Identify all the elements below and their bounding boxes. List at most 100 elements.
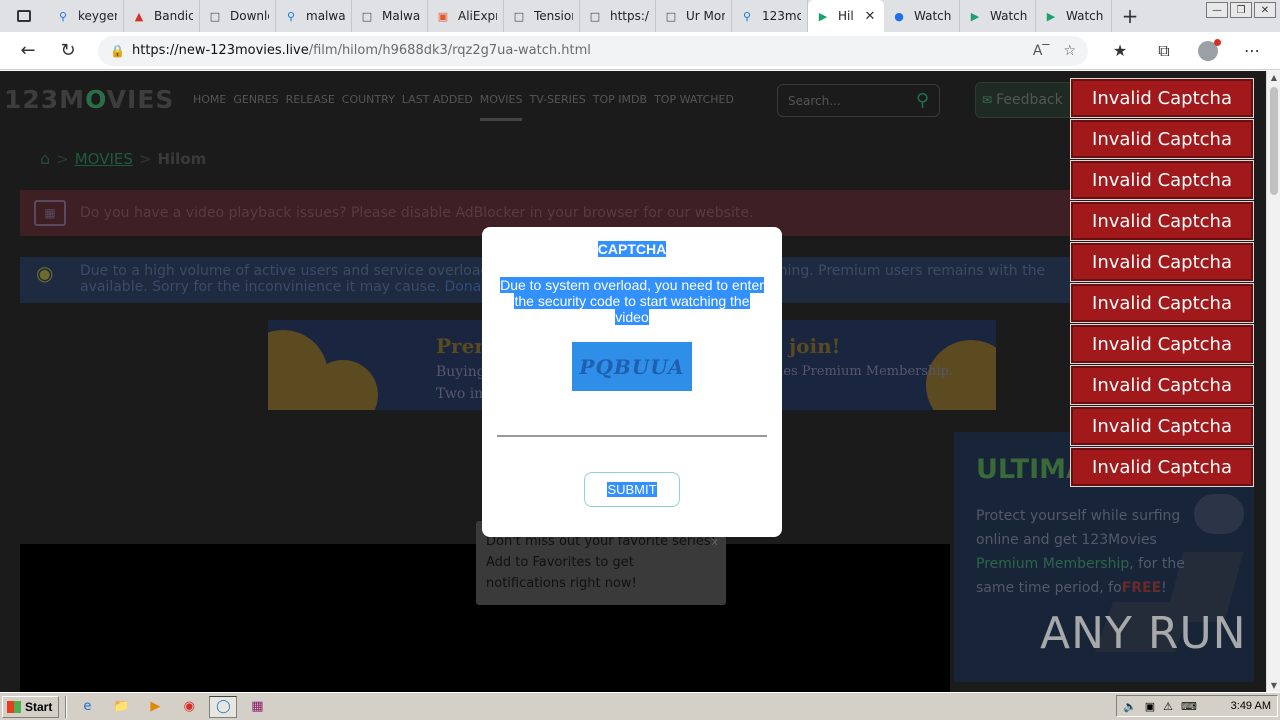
logo-text-post: VIES — [106, 85, 175, 114]
restore-button[interactable]: ❐ — [1230, 2, 1252, 18]
start-button[interactable]: Start — [2, 695, 60, 718]
back-button[interactable]: ← — [8, 34, 48, 68]
more-menu-icon[interactable]: ⋯ — [1230, 41, 1274, 60]
page-icon: □ — [209, 9, 221, 23]
banner-line-1-left: Buying — [436, 364, 486, 380]
search-placeholder: Search... — [788, 93, 841, 108]
reload-button[interactable]: ↻ — [48, 34, 88, 68]
breadcrumb-movies-link[interactable]: MOVIES — [75, 150, 133, 168]
invalid-captcha-toast[interactable]: Invalid Captcha — [1070, 201, 1254, 241]
invalid-captcha-toast[interactable]: Invalid Captcha — [1070, 242, 1254, 282]
invalid-captcha-toast[interactable]: Invalid Captcha — [1070, 283, 1254, 323]
captcha-message-text: Due to system overload, you need to ente… — [500, 277, 764, 325]
browser-tab[interactable]: ▲ Bandicam — [124, 0, 200, 32]
donate-link[interactable]: Donat — [445, 279, 487, 295]
nav-item-top-watched[interactable]: TOP WATCHED — [654, 93, 734, 121]
invalid-captcha-toast[interactable]: Invalid Captcha — [1070, 78, 1254, 118]
search-icon[interactable]: ⚲ — [916, 90, 929, 111]
site-logo[interactable]: 123MOVIES — [4, 85, 174, 114]
close-window-button[interactable]: ✕ — [1254, 2, 1276, 18]
chrome-icon[interactable]: ◉ — [175, 696, 203, 718]
browser-tab-strip: ⚲ keygen ▲ Bandicam □ Download ⚲ malware □ Malwar… — [0, 0, 1280, 32]
play-icon: ▶ — [1046, 9, 1056, 23]
captcha-message: Due to system overload, you need to ente… — [498, 277, 766, 325]
invalid-captcha-toast[interactable]: Invalid Captcha — [1070, 406, 1254, 446]
browser-tab[interactable]: ⚲ malware — [276, 0, 352, 32]
nav-item-genres[interactable]: GENRES — [233, 93, 278, 121]
favorites-icon[interactable]: ★ — [1098, 41, 1142, 60]
invalid-captcha-toast[interactable]: Invalid Captcha — [1070, 324, 1254, 364]
collections-icon[interactable]: ⧉ — [1142, 41, 1186, 61]
tab-actions-button[interactable] — [0, 0, 48, 32]
browser-tab[interactable]: ⚲ keygen — [48, 0, 124, 32]
volume-icon[interactable]: 🔈 — [1123, 700, 1137, 713]
tab-label: malware — [306, 9, 345, 23]
profile-avatar[interactable] — [1186, 38, 1230, 61]
nav-item-country[interactable]: COUNTRY — [342, 93, 395, 121]
edge-icon[interactable]: ◯ — [209, 695, 238, 718]
keyboard-icon[interactable]: ⌨ — [1181, 700, 1197, 713]
folder-icon[interactable]: 📁 — [107, 696, 135, 718]
winrar-icon[interactable]: ▦ — [243, 696, 271, 718]
browser-tab[interactable]: ● Watch — [884, 0, 960, 32]
browser-tab[interactable]: ⚲ 123movies — [732, 0, 808, 32]
new-tab-button[interactable]: + — [1112, 4, 1148, 28]
invalid-captcha-toast[interactable]: Invalid Captcha — [1070, 447, 1254, 487]
browser-tab[interactable]: ▶ Hil ✕ — [808, 0, 884, 32]
favtip-line-3: notifications right now! — [486, 576, 637, 591]
network-icon[interactable]: ▣ — [1145, 700, 1155, 713]
nav-item-release[interactable]: RELEASE — [286, 93, 335, 121]
media-player-icon[interactable]: ▶ — [141, 696, 169, 718]
page-icon: □ — [665, 9, 677, 23]
tab-label: Download — [230, 9, 269, 23]
home-icon[interactable]: ⌂ — [40, 149, 50, 168]
windows-taskbar: Start e 📁 ▶ ◉ ◯ ▦ 🔈 ▣ ⚠ ⌨ 3:49 AM — [0, 692, 1280, 720]
browser-tab[interactable]: □ Malware — [352, 0, 428, 32]
tab-label: Hil — [838, 9, 854, 23]
main-nav: HOME GENRES RELEASE COUNTRY LAST ADDED MOVIES… — [193, 93, 734, 121]
overload-alert-text-2: available. Sorry for the inconvinience i… — [80, 279, 441, 295]
promo-text-1: Protect yourself while surfing online an… — [976, 508, 1181, 548]
browser-tab[interactable]: □ Ur Money — [656, 0, 732, 32]
bandicam-icon: ▲ — [134, 9, 144, 23]
submit-button[interactable]: SUBMIT — [584, 472, 680, 507]
logo-text-o: O — [85, 85, 107, 114]
captcha-image: PQBUUA — [572, 342, 692, 391]
scroll-thumb[interactable] — [1270, 87, 1278, 195]
invalid-captcha-toast[interactable]: Invalid Captcha — [1070, 160, 1254, 200]
scroll-down-icon[interactable]: ▼ — [1267, 681, 1280, 690]
security-icon[interactable]: ⚠ — [1163, 700, 1173, 713]
nav-item-movies[interactable]: MOVIES — [479, 93, 523, 121]
nav-item-last-added[interactable]: LAST ADDED — [402, 93, 473, 121]
add-favorite-icon[interactable]: ☆ — [1063, 43, 1076, 59]
browser-tab[interactable]: □ https:// — [580, 0, 656, 32]
page-scrollbar[interactable]: ▲ ▼ — [1266, 71, 1280, 692]
read-aloud-icon[interactable]: A‾ — [1033, 43, 1050, 59]
browser-tab[interactable]: ▶ Watch — [960, 0, 1036, 32]
invalid-captcha-toast[interactable]: Invalid Captcha — [1070, 365, 1254, 405]
promo-text-green: Premium Membership — [976, 556, 1130, 572]
url-actions: A‾ ☆ — [1033, 43, 1076, 59]
scroll-up-icon[interactable]: ▲ — [1267, 73, 1280, 82]
url-path: /film/hilom/h9688dk3/rqz2g7ua-watch.html — [308, 43, 591, 58]
browser-tab[interactable]: ▣ AliExpress — [428, 0, 504, 32]
cloud-graphic — [1194, 494, 1244, 534]
browser-tab[interactable]: □ Tension — [504, 0, 580, 32]
site-search-box[interactable]: Search... ⚲ — [777, 84, 940, 117]
invalid-captcha-toast[interactable]: Invalid Captcha — [1070, 119, 1254, 159]
url-bar[interactable]: 🔒 https://new-123movies.live/film/hilom/… — [98, 35, 1088, 66]
nav-item-top-imdb[interactable]: TOP IMDB — [593, 93, 647, 121]
search-icon: ⚲ — [58, 9, 68, 23]
captcha-input[interactable] — [497, 413, 767, 437]
browser-tab[interactable]: ▶ Watch — [1036, 0, 1112, 32]
promo-text-3: ! — [1161, 580, 1167, 596]
browser-tab[interactable]: □ Download — [200, 0, 276, 32]
feedback-button[interactable]: ✉ Feedback — [975, 82, 1075, 118]
reload-icon: ↻ — [60, 40, 76, 61]
minimize-button[interactable]: — — [1206, 2, 1228, 18]
captcha-modal: CAPTCHA Due to system overload, you need… — [482, 227, 782, 537]
nav-item-home[interactable]: HOME — [193, 93, 226, 121]
ie-icon[interactable]: e — [73, 696, 101, 718]
tab-close-icon[interactable]: ✕ — [862, 9, 878, 24]
nav-item-tv-series[interactable]: TV-SERIES — [529, 93, 585, 121]
